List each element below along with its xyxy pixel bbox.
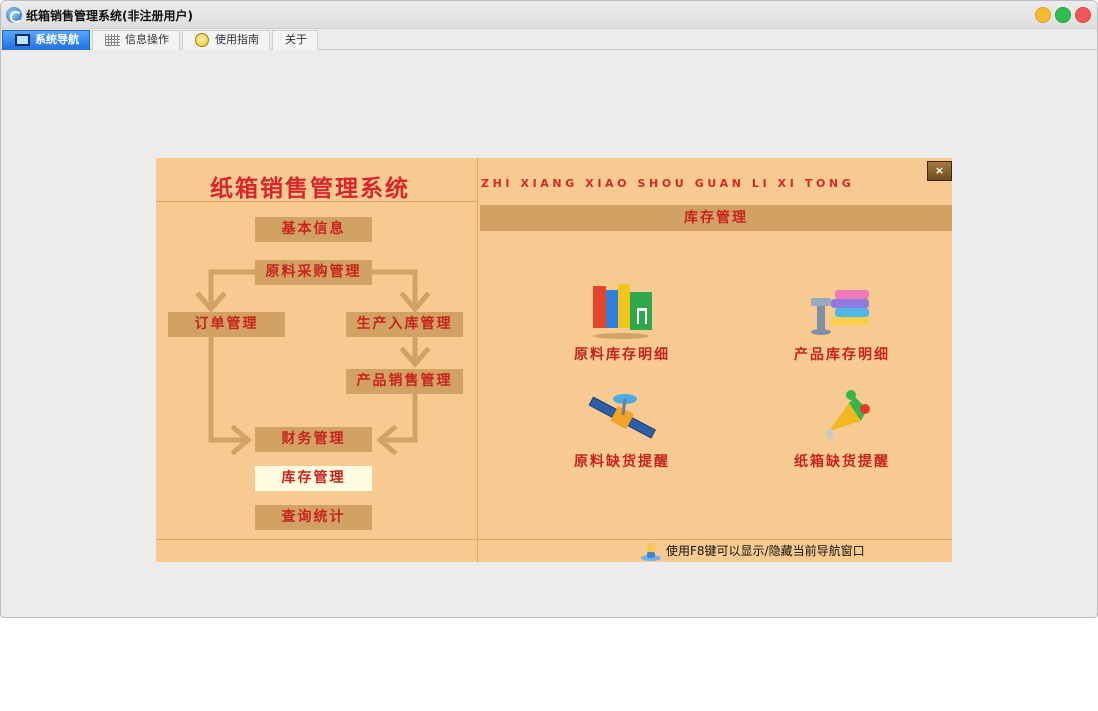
books-icon (585, 280, 659, 342)
maximize-button[interactable] (1055, 7, 1071, 23)
grid-icon (105, 34, 120, 46)
flow-basic-info-button[interactable]: 基本信息 (255, 217, 372, 242)
satellite-icon (585, 387, 659, 449)
lightbulb-icon (195, 33, 209, 47)
close-panel-button[interactable]: × (927, 161, 952, 181)
user-icon (641, 543, 661, 561)
flow-production-in-button[interactable]: 生产入库管理 (346, 312, 463, 337)
stacked-books-icon (805, 280, 879, 342)
module-label: 纸箱缺货提醒 (794, 454, 890, 470)
flow-material-purchase-button[interactable]: 原料采购管理 (255, 260, 372, 285)
tab-about[interactable]: 关于 (272, 30, 318, 50)
title-row: 纸箱销售管理系统 (156, 158, 477, 202)
module-material-shortage-alert[interactable]: 原料缺货提醒 (547, 387, 697, 471)
app-window: 纸箱销售管理系统(非注册用户) 系统导航 信息操作 使用指南 关于 纸箱销售管理… (0, 0, 1098, 618)
panel-divider (477, 158, 478, 562)
tab-label: 使用指南 (215, 33, 259, 46)
module-label: 产品库存明细 (794, 347, 890, 363)
monitor-icon (15, 34, 30, 46)
flow-product-sales-button[interactable]: 产品销售管理 (346, 369, 463, 394)
module-label: 原料缺货提醒 (574, 454, 670, 470)
module-product-inventory[interactable]: 产品库存明细 (767, 280, 917, 364)
system-title-pinyin: ZHI XIANG XIAO SHOU GUAN LI XI TONG (481, 177, 855, 190)
navigation-panel: 纸箱销售管理系统 ZHI XIANG XIAO SHOU GUAN LI XI … (156, 158, 952, 562)
title-bar: 纸箱销售管理系统(非注册用户) (1, 1, 1097, 29)
module-label: 原料库存明细 (574, 347, 670, 363)
tab-label: 系统导航 (35, 33, 79, 46)
flow-orders-button[interactable]: 订单管理 (168, 312, 285, 337)
flow-finance-button[interactable]: 财务管理 (255, 427, 372, 452)
footer-divider (156, 539, 952, 540)
tab-label: 关于 (285, 33, 307, 46)
tab-bar: 系统导航 信息操作 使用指南 关于 (1, 29, 1097, 50)
flow-query-stats-button[interactable]: 查询统计 (255, 505, 372, 530)
close-window-button[interactable] (1075, 7, 1091, 23)
megaphone-icon (805, 387, 879, 449)
window-title: 纸箱销售管理系统(非注册用户) (26, 9, 193, 23)
flow-inventory-button[interactable]: 库存管理 (255, 466, 372, 491)
tab-label: 信息操作 (125, 33, 169, 46)
tab-info-operations[interactable]: 信息操作 (92, 30, 180, 50)
minimize-button[interactable] (1035, 7, 1051, 23)
system-title: 纸箱销售管理系统 (210, 175, 410, 202)
tab-system-navigation[interactable]: 系统导航 (2, 30, 90, 50)
section-header: 库存管理 (480, 205, 952, 231)
module-carton-shortage-alert[interactable]: 纸箱缺货提醒 (767, 387, 917, 471)
tab-user-guide[interactable]: 使用指南 (182, 30, 270, 50)
module-material-inventory[interactable]: 原料库存明细 (547, 280, 697, 364)
app-logo-icon (6, 7, 22, 23)
f8-hint-text: 使用F8键可以显示/隐藏当前导航窗口 (666, 544, 865, 558)
